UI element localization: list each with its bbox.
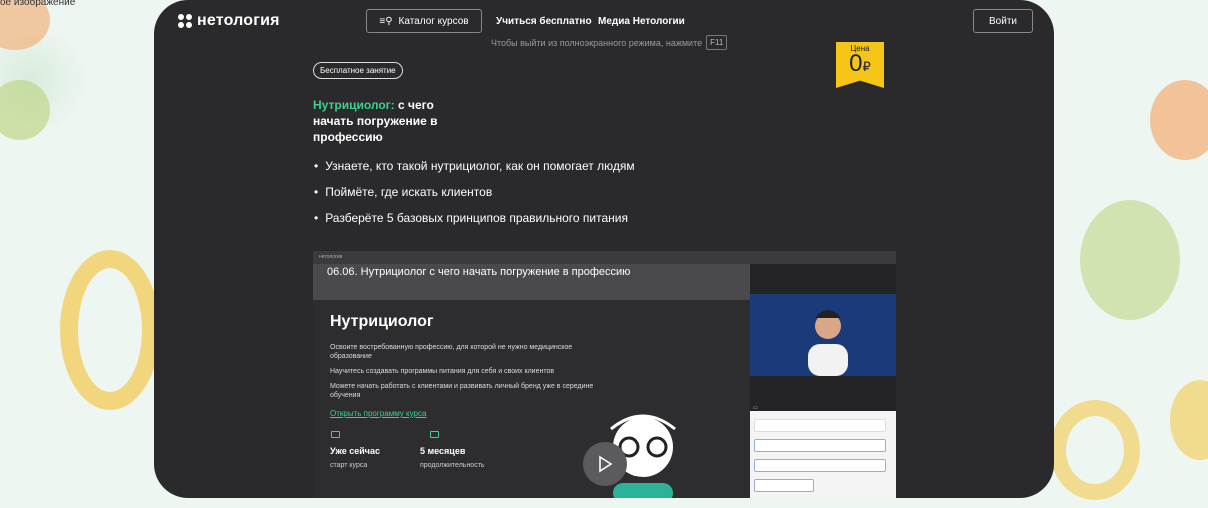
tangerine-decoration (1150, 80, 1208, 160)
video-icon (430, 431, 439, 438)
stat-duration-caption: продолжительность (420, 462, 485, 469)
fullscreen-hint-text: Чтобы выйти из полноэкранного режима, на… (491, 37, 703, 48)
pepper-ring-right-decoration (1050, 400, 1140, 500)
nav-link-media[interactable]: Медиа Нетологии (598, 16, 685, 27)
video-logo: нетология (319, 254, 343, 260)
chat-message (754, 419, 886, 432)
video-top-bar: нетология (313, 251, 896, 264)
login-button[interactable]: Войти (973, 9, 1033, 33)
free-lesson-tag: Бесплатное занятие (313, 62, 403, 79)
stat-duration: 5 месяцев (420, 446, 466, 456)
price-value: 0₽ (836, 50, 884, 78)
presenter-image (808, 310, 848, 376)
pepper-ring-decoration (60, 250, 160, 410)
course-page-card: нетология ≡⚲ Каталог курсов Учиться бесп… (154, 0, 1054, 498)
chat-panel (750, 411, 896, 498)
video-title: 06.06. Нутрициолог с чего начать погруже… (327, 266, 631, 278)
slide-paragraph: Научитесь создавать программы питания дл… (330, 368, 555, 375)
fullscreen-exit-hint: Чтобы выйти из полноэкранного режима, на… (491, 35, 728, 50)
lesson-title: Нутрициолог: с чего начать погружение в … (313, 97, 473, 145)
video-player[interactable]: нетология 06.06. Нутрициолог с чего нача… (313, 251, 896, 498)
f11-key: F11 (706, 35, 728, 50)
price-currency: ₽ (862, 59, 871, 74)
play-icon (599, 455, 613, 473)
chat-message (754, 459, 886, 472)
nav-link-free-learning[interactable]: Учиться бесплатно (496, 16, 592, 27)
catalog-search-icon: ≡⚲ (379, 15, 393, 27)
chat-message (754, 479, 814, 492)
slide-heading: Нутрициолог (330, 313, 434, 330)
video-side-panel: ▭ (750, 264, 896, 498)
price-badge: Цена 0₽ (836, 42, 884, 88)
price-amount: 0 (849, 50, 863, 77)
benefit-item: Разберёте 5 базовых принципов правильног… (314, 211, 628, 225)
title-accent: Нутрициолог: (313, 98, 395, 112)
logo-text: нетология (197, 12, 280, 29)
slide-paragraph: Освоите востребованную профессию, для ко… (330, 344, 573, 360)
logo-mark-icon (178, 14, 192, 28)
slide-paragraph: Можете начать работать с клиентами и раз… (330, 383, 594, 399)
stat-start-caption: старт курса (330, 462, 368, 469)
chat-message (754, 439, 886, 452)
benefit-item: Узнаете, кто такой нутрициолог, как он п… (314, 159, 634, 173)
open-program-link[interactable]: Открыть программу курса (330, 409, 426, 418)
catalog-button-label: Каталог курсов (398, 15, 469, 27)
calendar-icon (331, 431, 340, 438)
kiwi-decoration (0, 80, 50, 140)
catalog-button[interactable]: ≡⚲ Каталог курсов (366, 9, 482, 33)
video-slide: Нутрициолог Освоите востребованную профе… (313, 300, 750, 498)
netology-logo[interactable]: нетология (178, 12, 280, 30)
broccoli-decoration (1080, 200, 1180, 320)
benefit-item: Поймёте, где искать клиентов (314, 185, 492, 199)
image-alt-text: ое изображение (0, 0, 76, 8)
play-button[interactable] (583, 442, 627, 486)
presenter-camera (750, 294, 896, 376)
stat-start: Уже сейчас (330, 446, 381, 456)
lemon-decoration (1170, 380, 1208, 460)
